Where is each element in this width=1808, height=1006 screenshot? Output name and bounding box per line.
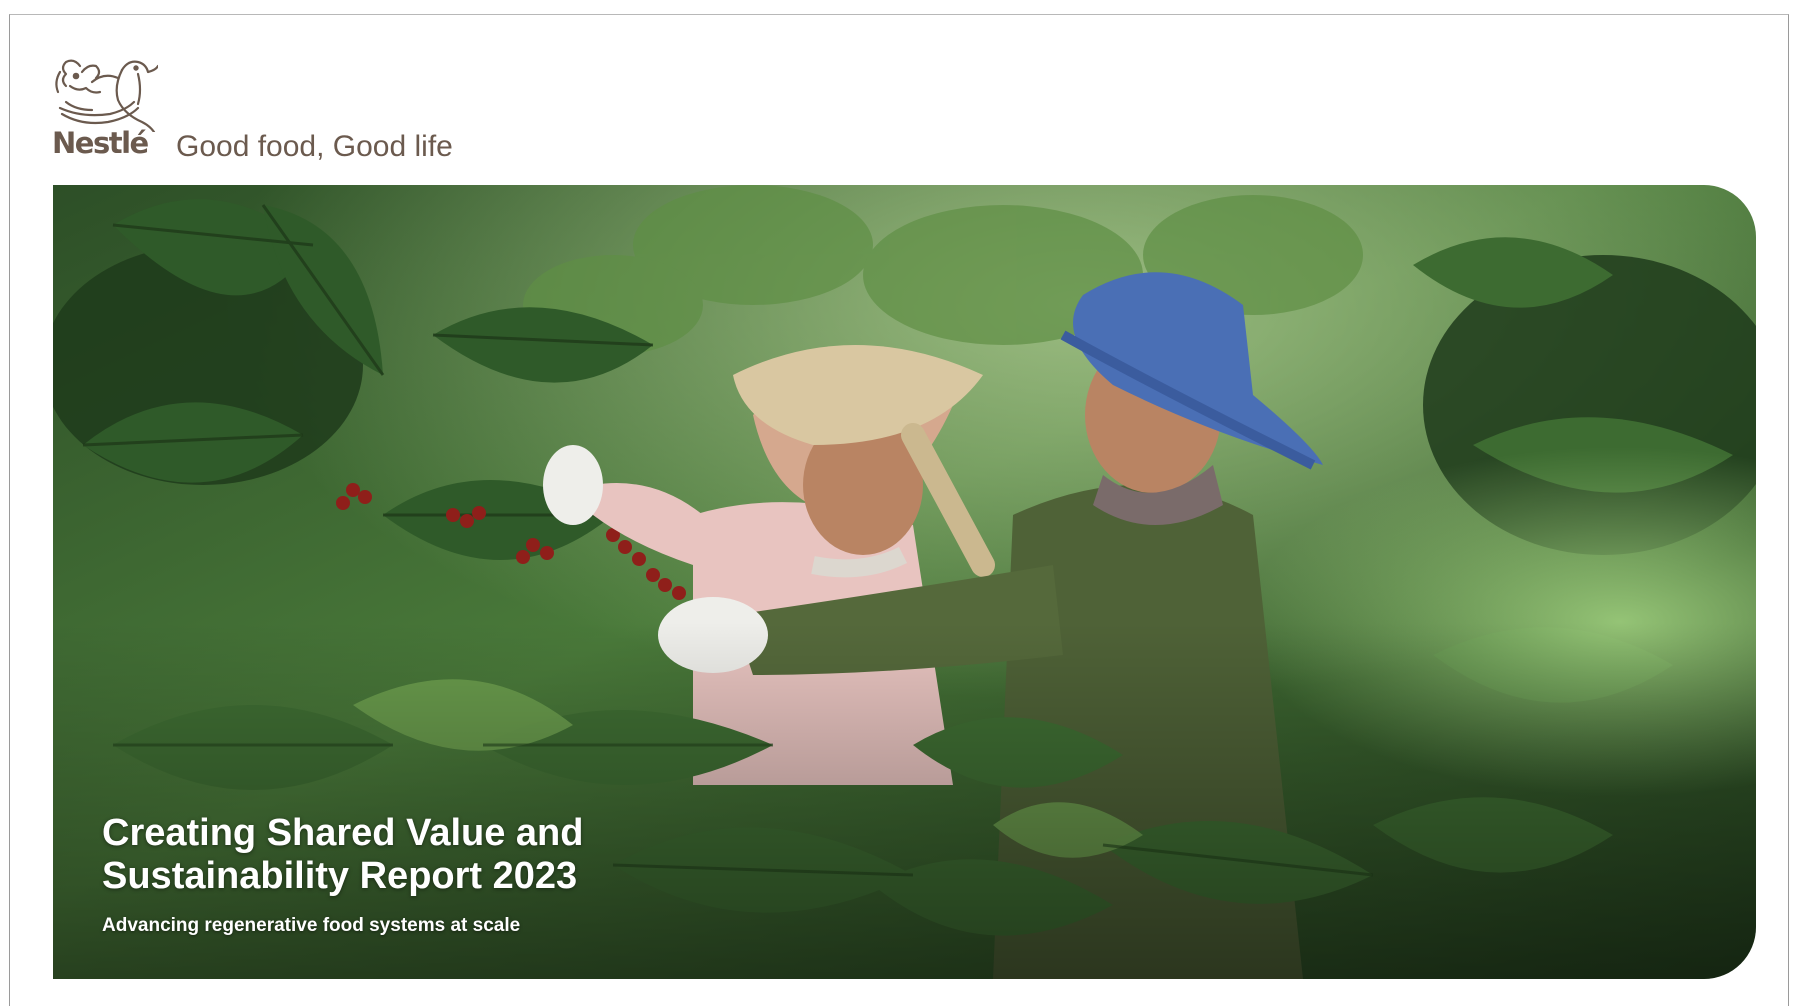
brand-wordmark: Nestlé [52, 126, 149, 160]
report-title-line-2: Sustainability Report 2023 [102, 855, 578, 897]
bird-nest-logo-icon [55, 59, 158, 132]
report-title: Creating Shared Value and Sustainability… [102, 812, 583, 898]
report-cover-page: Nestlé Good food, Good life Creating Sha… [0, 0, 1808, 1006]
report-title-line-1: Creating Shared Value and [102, 812, 584, 854]
report-subtitle: Advancing regenerative food systems at s… [102, 915, 521, 936]
brand-tagline: Good food, Good life [176, 130, 453, 163]
